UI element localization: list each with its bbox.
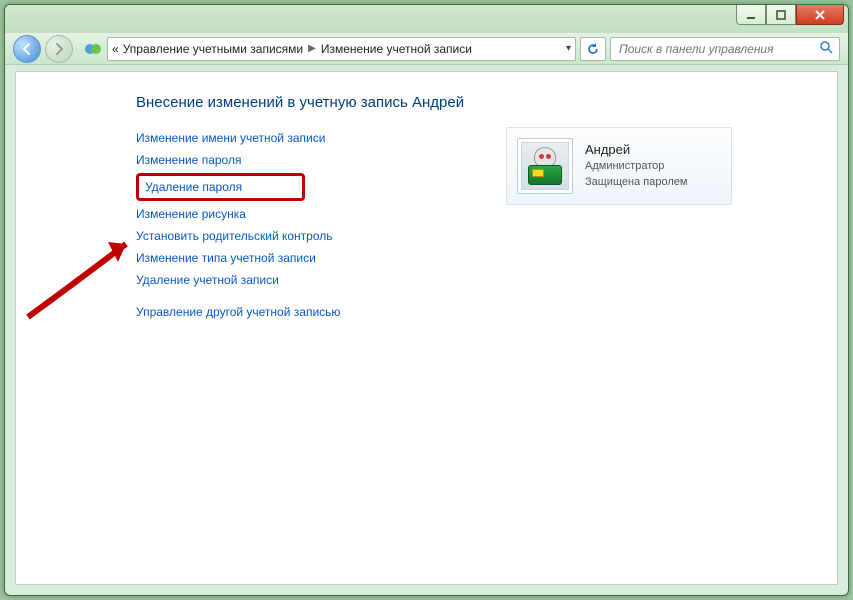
breadcrumb-part1[interactable]: Управление учетными записями	[123, 42, 303, 56]
arrow-right-icon	[52, 42, 66, 56]
breadcrumb-part2[interactable]: Изменение учетной записи	[321, 42, 472, 56]
nav-back-button[interactable]	[13, 35, 41, 63]
link-change-password[interactable]: Изменение пароля	[136, 149, 456, 171]
link-change-type[interactable]: Изменение типа учетной записи	[136, 247, 456, 269]
arrow-left-icon	[20, 42, 34, 56]
user-role: Администратор	[585, 158, 687, 174]
close-button[interactable]	[796, 5, 844, 25]
user-info: Андрей Администратор Защищена паролем	[585, 142, 687, 190]
content-area: Внесение изменений в учетную запись Андр…	[15, 71, 838, 585]
link-manage-other[interactable]: Управление другой учетной записью	[136, 301, 456, 323]
close-icon	[813, 8, 827, 22]
breadcrumb-prefix: «	[112, 42, 119, 56]
chevron-right-icon: ▶	[308, 43, 316, 54]
nav-forward-button[interactable]	[45, 35, 73, 63]
maximize-icon	[775, 9, 787, 21]
control-panel-icon	[83, 39, 103, 59]
search-icon[interactable]	[820, 41, 833, 57]
search-input[interactable]	[617, 41, 833, 57]
link-delete-password[interactable]: Удаление пароля	[145, 178, 242, 196]
titlebar[interactable]	[5, 5, 848, 33]
minimize-button[interactable]	[736, 5, 766, 25]
navbar: « Управление учетными записями ▶ Изменен…	[5, 33, 848, 65]
user-card: Андрей Администратор Защищена паролем	[506, 127, 732, 205]
window-frame: « Управление учетными записями ▶ Изменен…	[4, 4, 849, 596]
user-name: Андрей	[585, 142, 687, 158]
user-status: Защищена паролем	[585, 174, 687, 190]
avatar	[517, 138, 573, 194]
link-change-name[interactable]: Изменение имени учетной записи	[136, 127, 456, 149]
highlight-box: Удаление пароля	[136, 173, 305, 201]
page-title: Внесение изменений в учетную запись Андр…	[136, 94, 837, 111]
refresh-button[interactable]	[580, 37, 606, 61]
chevron-down-icon[interactable]: ▾	[566, 43, 571, 54]
maximize-button[interactable]	[766, 5, 796, 25]
window-controls	[736, 5, 844, 25]
refresh-icon	[586, 42, 600, 56]
link-parental-control[interactable]: Установить родительский контроль	[136, 225, 456, 247]
robot-icon	[521, 142, 569, 190]
breadcrumb[interactable]: « Управление учетными записями ▶ Изменен…	[107, 37, 576, 61]
action-links: Изменение имени учетной записи Изменение…	[136, 127, 456, 323]
link-change-picture[interactable]: Изменение рисунка	[136, 203, 456, 225]
link-delete-account[interactable]: Удаление учетной записи	[136, 269, 456, 291]
minimize-icon	[745, 9, 757, 21]
search-box[interactable]	[610, 37, 840, 61]
